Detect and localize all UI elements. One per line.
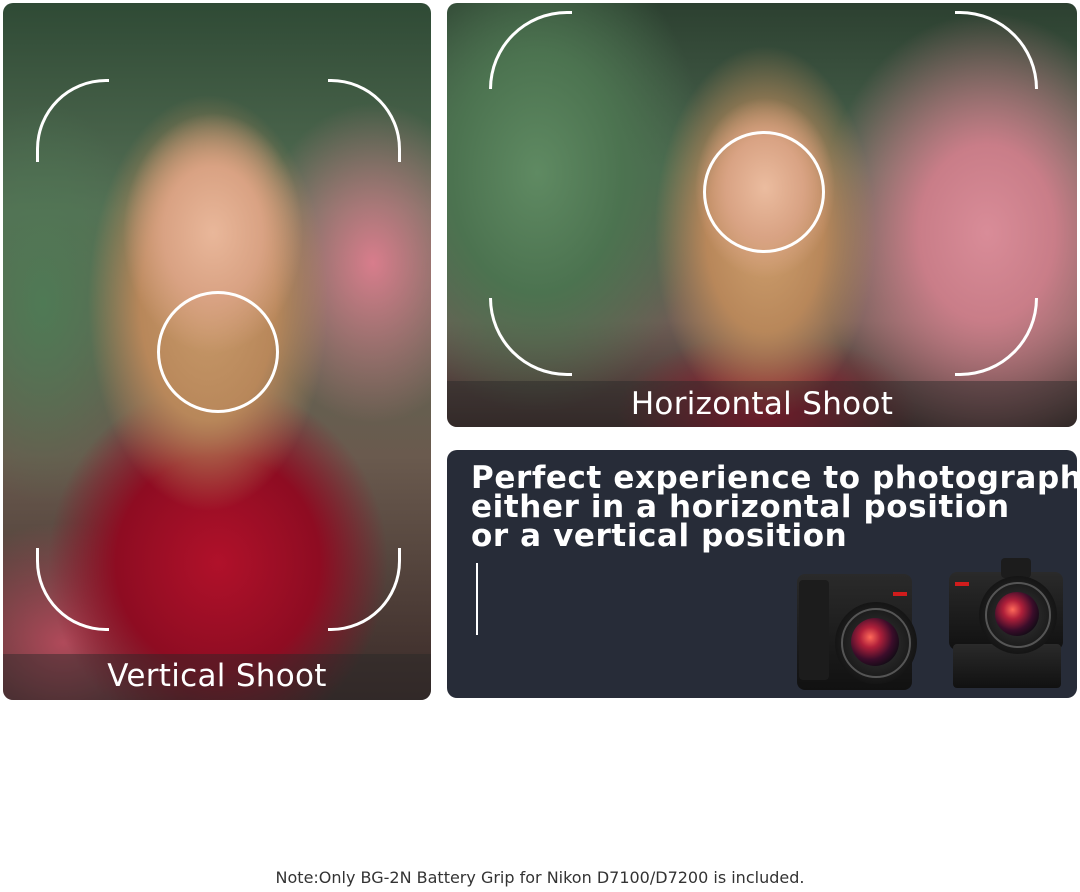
- horizontal-shoot-caption: Horizontal Shoot: [630, 386, 894, 422]
- headline: Perfect experience to photograph either …: [471, 463, 1077, 554]
- vertical-shoot-photo: Vertical Shoot: [3, 3, 431, 700]
- frame-corner-bottom-right: [328, 548, 401, 631]
- focus-circle: [703, 131, 825, 253]
- vertical-shoot-caption: Vertical Shoot: [107, 658, 327, 694]
- frame-corner-bottom-left: [489, 298, 572, 376]
- camera-with-grip-image: [947, 558, 1069, 690]
- horizontal-shoot-photo: Horizontal Shoot: [447, 3, 1077, 427]
- footer-note: Note:Only BG-2N Battery Grip for Nikon D…: [275, 868, 805, 887]
- frame-corner-top-left: [489, 11, 572, 89]
- camera-with-grip-image: [797, 570, 932, 692]
- frame-corner-top-left: [36, 79, 109, 162]
- accent-divider: [476, 563, 478, 635]
- frame-corner-top-right: [955, 11, 1038, 89]
- frame-corner-top-right: [328, 79, 401, 162]
- frame-corner-bottom-left: [36, 548, 109, 631]
- frame-corner-bottom-right: [955, 298, 1038, 376]
- focus-circle: [157, 291, 279, 413]
- headline-line: or a vertical position: [471, 518, 848, 554]
- info-panel: Perfect experience to photograph either …: [447, 450, 1077, 698]
